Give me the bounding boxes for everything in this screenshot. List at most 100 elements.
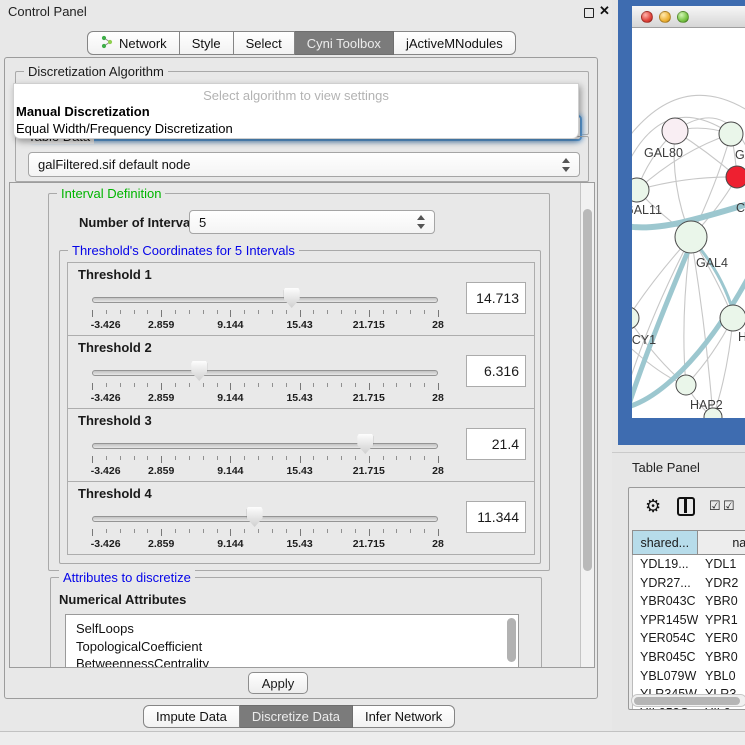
dropdown-item-manual-discretization[interactable]: Manual Discretization xyxy=(14,103,578,120)
network-node[interactable] xyxy=(632,307,639,329)
list-scrollbar[interactable] xyxy=(506,615,518,668)
tab-cyni-toolbox[interactable]: Cyni Toolbox xyxy=(295,31,394,55)
column-header[interactable]: na xyxy=(698,531,745,554)
slider-thumb-icon[interactable] xyxy=(191,361,207,381)
attributes-group-title: Attributes to discretize xyxy=(59,570,195,585)
slider-thumb-icon[interactable] xyxy=(284,288,300,308)
network-node[interactable] xyxy=(662,118,688,144)
slider-tick-label: 2.859 xyxy=(148,319,174,331)
list-scrollbar-thumb[interactable] xyxy=(507,618,516,662)
table-cell: YDR27... xyxy=(633,574,698,593)
bottom-tab-discretize-data[interactable]: Discretize Data xyxy=(240,705,353,728)
table-data-selected-value: galFiltered.sif default node xyxy=(29,157,558,172)
slider-thumb-icon[interactable] xyxy=(357,434,373,454)
checkbox-icon[interactable]: ☑ xyxy=(709,498,721,514)
table-row[interactable]: YDL19...YDL1 xyxy=(633,555,745,574)
table-row[interactable]: YBR043CYBR0 xyxy=(633,592,745,611)
tab-label: jActiveMNodules xyxy=(406,36,503,51)
slider-tick xyxy=(424,529,425,533)
list-item[interactable]: BetweennessCentrality xyxy=(76,655,518,668)
number-of-intervals-value: 5 xyxy=(190,215,413,230)
threshold-slider[interactable]: -3.4262.8599.14415.4321.71528 xyxy=(92,429,438,479)
number-of-intervals-select[interactable]: 5 xyxy=(189,210,435,234)
tab-label: Cyni Toolbox xyxy=(307,36,381,51)
table-row[interactable]: YBL079WYBL0 xyxy=(633,667,745,686)
network-window-titlebar[interactable] xyxy=(632,6,745,28)
bottom-tab-infer-network[interactable]: Infer Network xyxy=(353,705,455,728)
slider-tick xyxy=(175,456,176,460)
threshold-value-field[interactable]: 6.316 xyxy=(466,355,526,387)
bottom-tab-label: Discretize Data xyxy=(252,709,340,724)
slider-tick xyxy=(175,383,176,387)
threshold-slider[interactable]: -3.4262.8599.14415.4321.71528 xyxy=(92,283,438,333)
slider-tick xyxy=(189,529,190,533)
columns-icon[interactable] xyxy=(677,497,695,516)
tab-style[interactable]: Style xyxy=(180,31,234,55)
slider-thumb-icon[interactable] xyxy=(247,507,263,527)
network-edge[interactable] xyxy=(637,177,737,190)
slider-track[interactable] xyxy=(92,516,438,522)
network-canvas[interactable]: GAL80GACGAL11GAL4GCY1HHAP2 xyxy=(632,28,745,418)
network-edge[interactable] xyxy=(637,134,731,190)
zoom-traffic-light-icon[interactable] xyxy=(677,11,689,23)
threshold-value-field[interactable]: 21.4 xyxy=(466,428,526,460)
bottom-tab-label: Impute Data xyxy=(156,709,227,724)
slider-track[interactable] xyxy=(92,297,438,303)
tab-network[interactable]: Network xyxy=(87,31,180,55)
slider-tick-label: -3.426 xyxy=(91,465,121,477)
threshold-slider[interactable]: -3.4262.8599.14415.4321.71528 xyxy=(92,502,438,552)
slider-tick-label: 15.43 xyxy=(286,538,312,550)
table-row[interactable]: YBR045CYBR0 xyxy=(633,648,745,667)
slider-track[interactable] xyxy=(92,370,438,376)
slider-track[interactable] xyxy=(92,443,438,449)
bottom-tab-impute-data[interactable]: Impute Data xyxy=(143,705,240,728)
table-cell: YBR0 xyxy=(698,592,745,611)
slider-tick xyxy=(244,456,245,460)
network-node[interactable] xyxy=(719,122,743,146)
checkbox-icon[interactable]: ☑ xyxy=(723,498,735,514)
network-node[interactable] xyxy=(676,375,696,395)
slider-tick xyxy=(369,529,370,536)
vertical-scrollbar-thumb[interactable] xyxy=(583,209,592,571)
slider-tick xyxy=(396,383,397,387)
tab-select[interactable]: Select xyxy=(234,31,295,55)
horizontal-scrollbar[interactable] xyxy=(631,694,745,707)
vertical-scrollbar[interactable] xyxy=(580,183,594,667)
column-header[interactable]: shared... xyxy=(633,531,698,554)
apply-button[interactable]: Apply xyxy=(248,672,308,694)
tab-label: Select xyxy=(246,36,282,51)
slider-tick xyxy=(134,310,135,314)
slider-tick xyxy=(300,529,301,536)
threshold-value-field[interactable]: 14.713 xyxy=(466,282,526,314)
slider-tick xyxy=(203,456,204,460)
list-item[interactable]: SelfLoops xyxy=(76,620,518,638)
node-label: C xyxy=(736,201,745,215)
table-cell: YBL079W xyxy=(633,667,698,686)
slider-tick xyxy=(106,456,107,460)
network-node[interactable] xyxy=(726,166,745,188)
list-item[interactable]: TopologicalCoefficient xyxy=(76,638,518,656)
float-window-icon[interactable] xyxy=(584,8,594,18)
table-data-select[interactable]: galFiltered.sif default node xyxy=(28,152,580,177)
threshold-slider[interactable]: -3.4262.8599.14415.4321.71528 xyxy=(92,356,438,406)
numerical-attributes-list[interactable]: SelfLoopsTopologicalCoefficientBetweenne… xyxy=(65,614,519,668)
minimize-traffic-light-icon[interactable] xyxy=(659,11,671,23)
slider-tick xyxy=(189,456,190,460)
table-row[interactable]: YDR27...YDR2 xyxy=(633,574,745,593)
threshold-value-field[interactable]: 11.344 xyxy=(466,501,526,533)
table-row[interactable]: YPR145WYPR1 xyxy=(633,611,745,630)
network-node[interactable] xyxy=(720,305,745,331)
dropdown-item-equal-width-frequency[interactable]: Equal Width/Frequency Discretization xyxy=(14,120,578,137)
slider-tick xyxy=(286,310,287,314)
tab-jactivemnodules[interactable]: jActiveMNodules xyxy=(394,31,516,55)
close-icon[interactable]: ✕ xyxy=(599,3,610,19)
node-label: GCY1 xyxy=(632,333,656,347)
slider-tick xyxy=(106,310,107,314)
horizontal-scrollbar-thumb[interactable] xyxy=(634,697,740,705)
gear-icon[interactable]: ⚙ xyxy=(645,496,661,517)
slider-tick xyxy=(217,383,218,387)
close-traffic-light-icon[interactable] xyxy=(641,11,653,23)
table-row[interactable]: YER054CYER0 xyxy=(633,629,745,648)
network-node[interactable] xyxy=(675,221,707,253)
slider-tick xyxy=(438,383,439,390)
